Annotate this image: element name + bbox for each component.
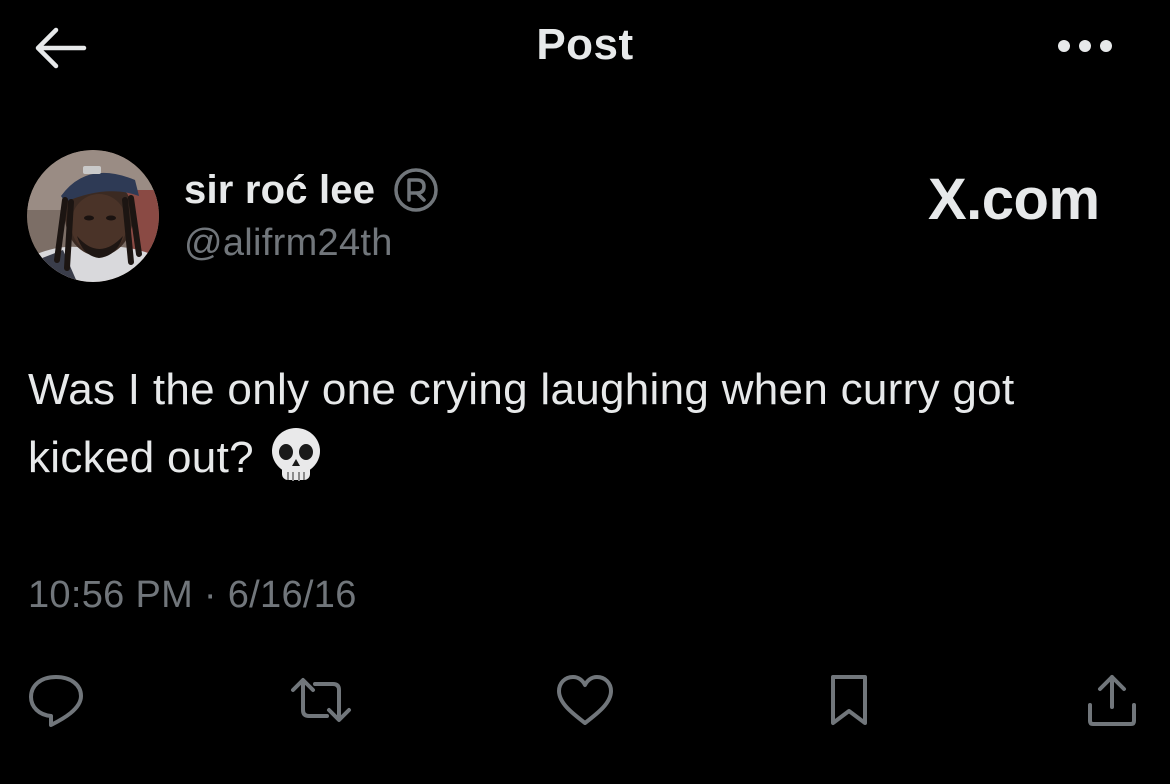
post-time: 10:56 PM <box>28 574 194 616</box>
bookmark-button[interactable] <box>813 664 885 736</box>
display-name-row: sir roć lee <box>184 164 439 216</box>
share-icon <box>1088 675 1136 726</box>
meta-separator: · <box>203 574 217 616</box>
xcom-watermark: X.com <box>928 167 1100 232</box>
post-date: 6/16/16 <box>227 574 357 616</box>
post-body: Was I the only one crying laughing when … <box>28 356 1128 492</box>
skull-emoji-icon <box>268 426 324 486</box>
profile-photo <box>27 150 159 282</box>
author-info: sir roć lee @alifrm24th <box>184 164 439 265</box>
share-button[interactable] <box>1076 664 1148 736</box>
more-options-button[interactable] <box>1052 26 1118 66</box>
reply-bubble-icon <box>29 675 83 727</box>
repost-button[interactable] <box>285 664 357 736</box>
action-bar <box>0 664 1170 744</box>
reply-button[interactable] <box>20 664 92 736</box>
page-title: Post <box>536 20 634 69</box>
post-text: Was I the only one crying laughing when … <box>28 365 1015 482</box>
display-name[interactable]: sir roć lee <box>184 168 375 213</box>
top-bar: Post <box>0 0 1170 96</box>
user-handle[interactable]: @alifrm24th <box>184 222 439 265</box>
more-horizontal-icon <box>1058 40 1112 52</box>
registered-icon <box>393 167 439 213</box>
bookmark-icon <box>831 675 867 725</box>
heart-icon <box>557 675 613 725</box>
like-button[interactable] <box>549 664 621 736</box>
repost-icon <box>291 678 351 722</box>
post-timestamp[interactable]: 10:56 PM · 6/16/16 <box>28 574 357 617</box>
avatar[interactable] <box>27 150 159 282</box>
